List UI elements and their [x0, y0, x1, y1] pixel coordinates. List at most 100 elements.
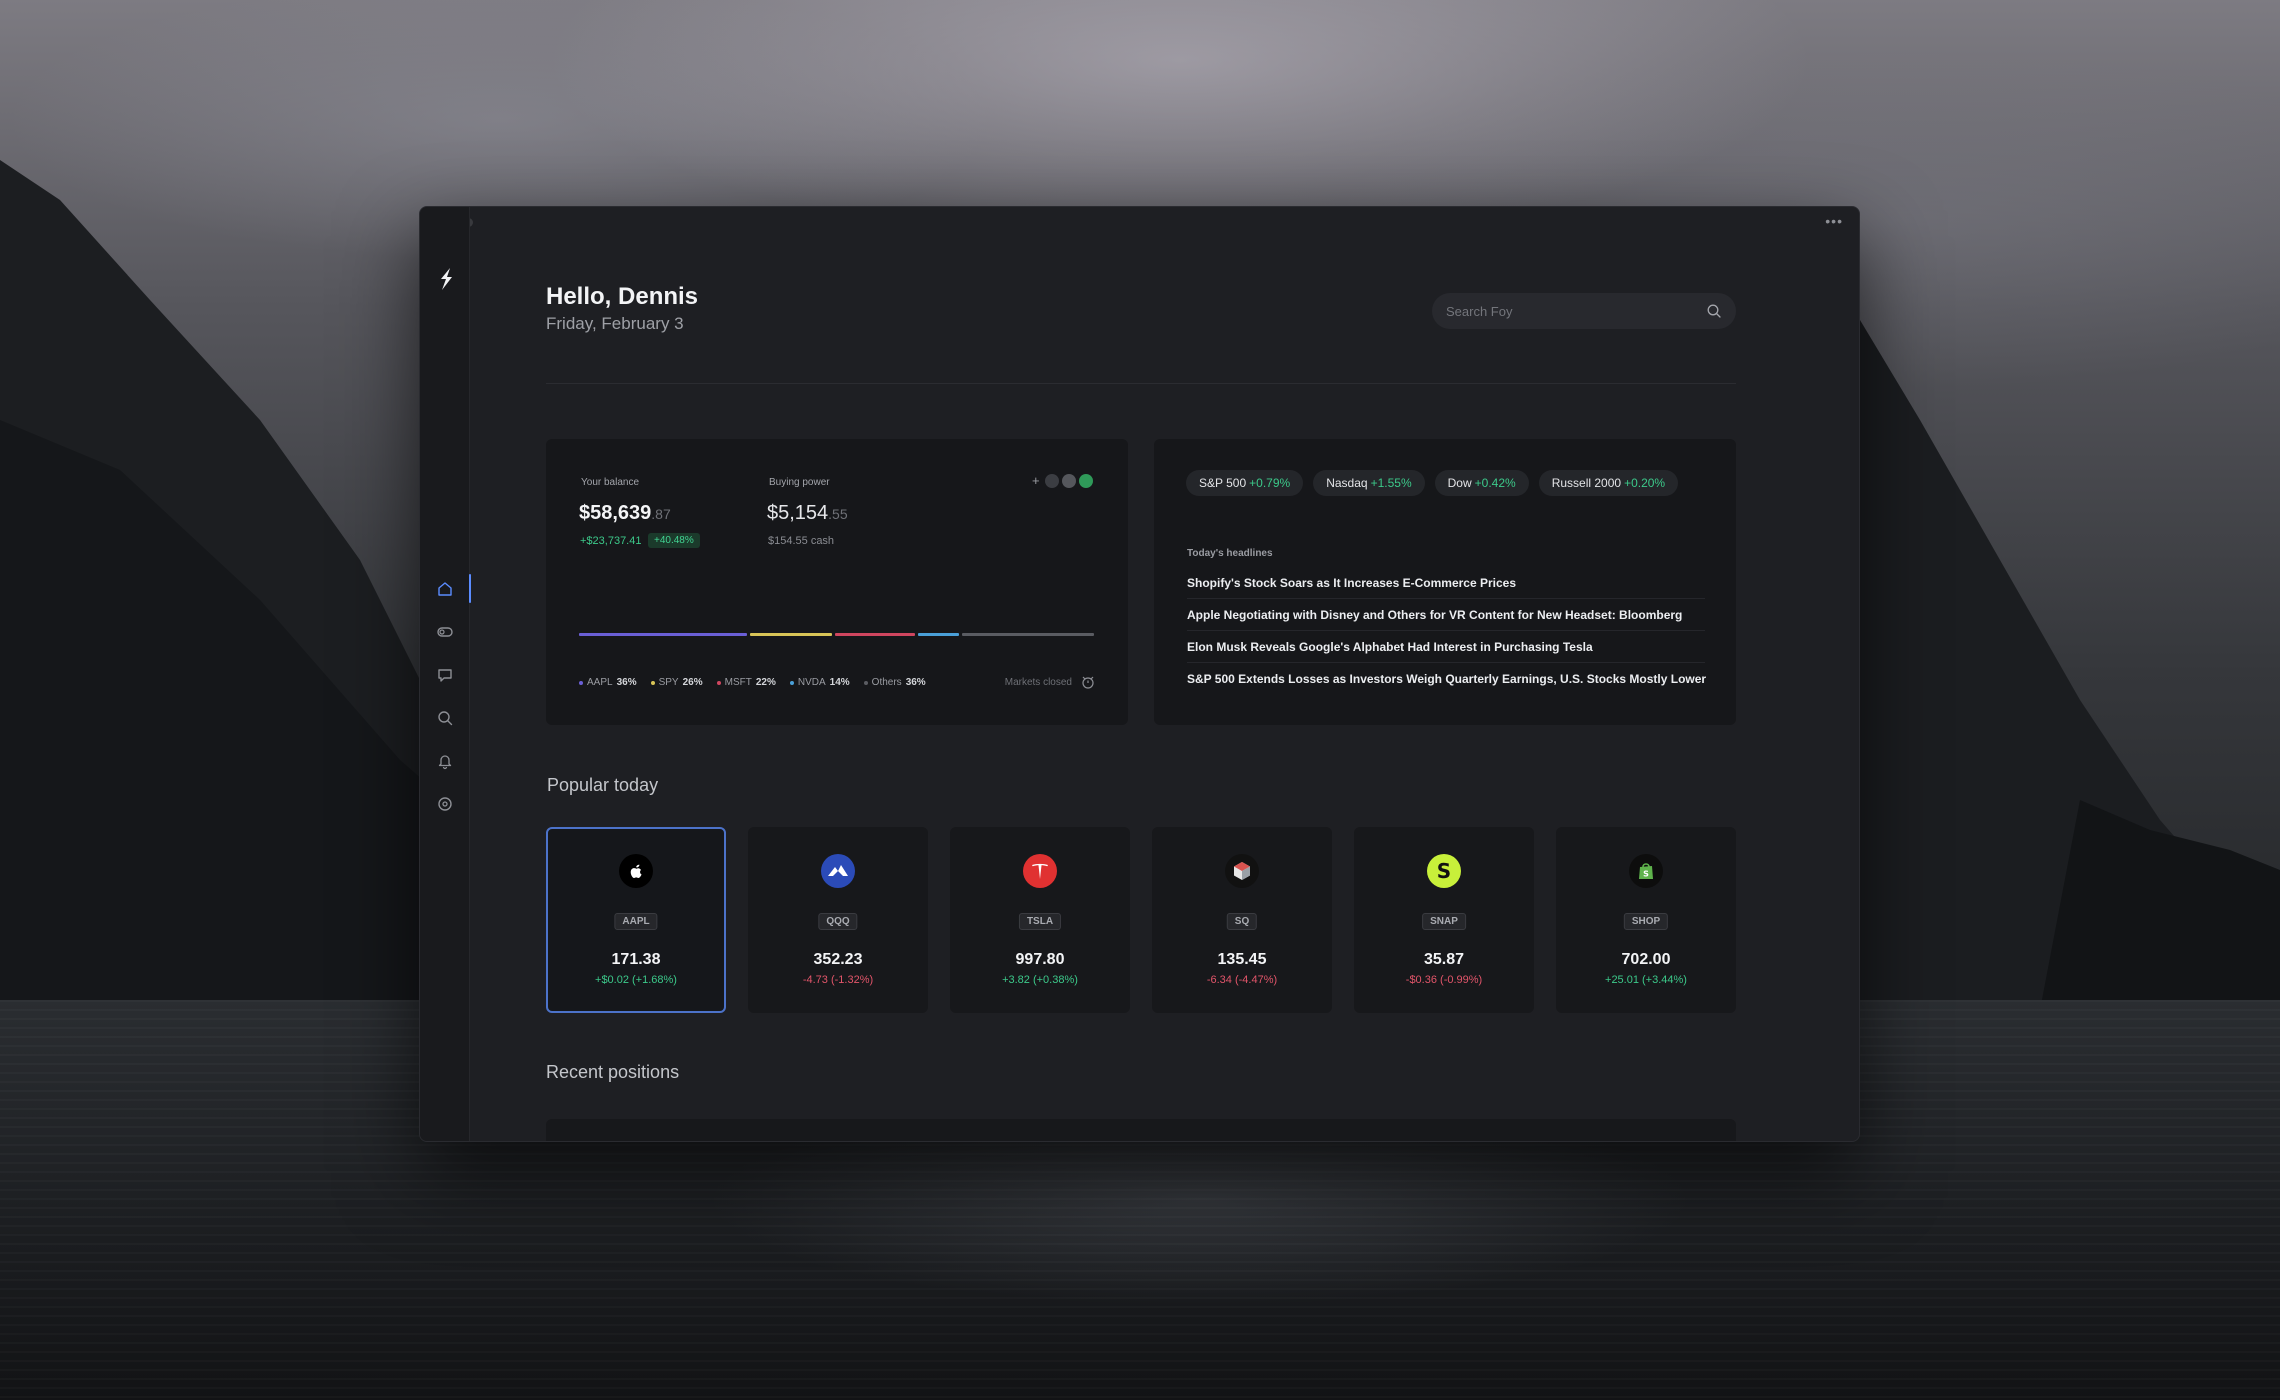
legend-ticker: SPY	[658, 677, 679, 688]
buying-power-value: $5,154.55	[767, 502, 848, 525]
ticker-badge: SQ	[1226, 913, 1258, 930]
index-chip[interactable]: Russell 2000 +0.20%	[1538, 470, 1679, 496]
shopify-logo-icon: S	[1629, 854, 1663, 888]
legend-item: AAPL 36%	[579, 677, 637, 688]
legend-pct: 26%	[682, 677, 703, 688]
legend-dot	[789, 680, 794, 685]
headlines-label: Today's headlines	[1187, 548, 1273, 559]
popular-section-title: Popular today	[547, 775, 659, 795]
headline-item[interactable]: S&P 500 Extends Losses as Investors Weig…	[1187, 663, 1706, 695]
buying-power-cents: .55	[828, 506, 848, 522]
index-chip[interactable]: S&P 500 +0.79%	[1186, 470, 1304, 496]
sidebar-item-messages[interactable]	[420, 653, 470, 696]
legend-pct: 36%	[905, 677, 926, 688]
stock-change: -$0.36 (-0.99%)	[1405, 974, 1483, 986]
market-status-label: Markets closed	[1004, 676, 1072, 688]
legend-item: NVDA 14%	[789, 677, 850, 688]
balance-gain: +$23,737.41	[580, 535, 642, 547]
stock-change: +3.82 (+0.38%)	[1002, 974, 1078, 986]
stock-price: 702.00	[1621, 951, 1671, 968]
legend-item: SPY 26%	[650, 677, 703, 688]
legend-item: MSFT 22%	[716, 677, 776, 688]
page-date: Friday, February 3	[546, 314, 684, 333]
stock-change: +25.01 (+3.44%)	[1605, 974, 1687, 986]
buying-power-main: $5,154	[767, 502, 829, 524]
balance-value-main: $58,639	[579, 502, 652, 524]
stock-price: 35.87	[1423, 951, 1465, 968]
add-button[interactable]: +	[1032, 473, 1040, 488]
legend-pct: 36%	[616, 677, 637, 688]
allocation-segment	[918, 633, 959, 636]
chat-icon	[438, 668, 452, 682]
headline-item[interactable]: Apple Negotiating with Disney and Others…	[1187, 599, 1705, 631]
stock-price: 352.23	[813, 951, 863, 968]
svg-text:S: S	[1643, 870, 1649, 879]
balance-value-cents: .87	[651, 506, 671, 522]
block-logo-icon	[1225, 854, 1259, 888]
headline-item[interactable]: Shopify's Stock Soars as It Increases E-…	[1187, 567, 1705, 599]
stock-card-shop[interactable]: S SHOP 702.00 +25.01 (+3.44%)	[1556, 827, 1736, 1013]
tesla-logo-icon	[1023, 854, 1057, 888]
main-content: Hello, Dennis Friday, February 3 Your ba…	[546, 207, 1736, 1141]
positions-table[interactable]	[546, 1119, 1736, 1141]
snap-logo-icon: S	[1427, 854, 1461, 888]
allocation-legend: AAPL 36% SPY 26% MSFT 22% NVDA 14% Others 36%	[579, 677, 926, 688]
sidebar-nav	[420, 567, 471, 825]
index-chip[interactable]: Dow +0.42%	[1434, 470, 1529, 496]
legend-dot	[650, 680, 655, 685]
sidebar	[420, 207, 471, 1141]
index-chip[interactable]: Nasdaq +1.55%	[1313, 470, 1425, 496]
stock-card-snap[interactable]: S SNAP 35.87 -$0.36 (-0.99%)	[1354, 827, 1534, 1013]
sidebar-item-discover[interactable]	[420, 696, 470, 739]
sidebar-item-settings[interactable]	[420, 782, 470, 825]
svg-text:S: S	[1437, 859, 1451, 883]
stock-price: 171.38	[611, 951, 661, 968]
legend-ticker: AAPL	[587, 677, 613, 688]
index-change: +0.79%	[1249, 476, 1291, 490]
more-options-icon[interactable]: •••	[1825, 213, 1843, 229]
stock-price: 997.80	[1015, 951, 1065, 968]
settings-icon	[438, 796, 452, 811]
legend-pct: 14%	[829, 677, 850, 688]
balance-card: Your balance $58,639.87 +$23,737.41 +40.…	[546, 439, 1128, 725]
sidebar-item-portfolio[interactable]	[420, 610, 470, 653]
avatar-stack-icon[interactable]	[1044, 473, 1059, 488]
market-status: Markets closed	[1005, 674, 1096, 690]
invesco-logo-icon	[821, 854, 855, 888]
search-icon[interactable]	[1706, 303, 1722, 319]
index-name: Russell 2000	[1551, 476, 1622, 490]
search-icon	[438, 710, 453, 725]
allocation-segment	[962, 633, 1094, 636]
balance-value: $58,639.87	[579, 502, 671, 525]
headline-list: Shopify's Stock Soars as It Increases E-…	[1187, 567, 1706, 695]
buying-power-label: Buying power	[769, 477, 830, 488]
search-bar[interactable]	[1432, 293, 1736, 329]
edit-pencil-icon[interactable]	[1078, 473, 1093, 488]
toggle-icon	[437, 626, 453, 637]
ticker-badge: AAPL	[614, 913, 658, 930]
legend-dot	[579, 680, 583, 685]
stock-change: -4.73 (-1.32%)	[802, 974, 874, 986]
apple-logo-icon	[619, 854, 653, 888]
search-input[interactable]	[1446, 303, 1706, 319]
stock-card-sq[interactable]: SQ 135.45 -6.34 (-4.47%)	[1152, 827, 1332, 1013]
stock-card-aapl[interactable]: AAPL 171.38 +$0.02 (+1.68%)	[546, 827, 726, 1013]
legend-pct: 22%	[755, 677, 776, 688]
allocation-segment	[750, 633, 832, 636]
clock-icon	[1082, 676, 1094, 689]
bell-icon	[438, 754, 452, 769]
stock-card-tsla[interactable]: TSLA 997.80 +3.82 (+0.38%)	[950, 827, 1130, 1013]
sidebar-item-home[interactable]	[420, 567, 471, 610]
index-change: +0.42%	[1474, 476, 1516, 490]
ticker-badge: SHOP	[1623, 913, 1669, 930]
stock-change: +$0.02 (+1.68%)	[595, 974, 677, 986]
stock-card-qqq[interactable]: QQQ 352.23 -4.73 (-1.32%)	[748, 827, 928, 1013]
balance-label: Your balance	[581, 477, 640, 488]
flash-logo-icon[interactable]	[433, 265, 459, 293]
header-divider	[546, 383, 1736, 384]
index-change: +0.20%	[1624, 476, 1666, 490]
account-switch-icon[interactable]	[1061, 473, 1076, 488]
app-window: ••• Hello, Dennis Friday, February 3 Sea…	[419, 206, 1860, 1142]
headline-item[interactable]: Elon Musk Reveals Google's Alphabet Had …	[1187, 631, 1705, 663]
sidebar-item-notifications[interactable]	[420, 739, 470, 782]
